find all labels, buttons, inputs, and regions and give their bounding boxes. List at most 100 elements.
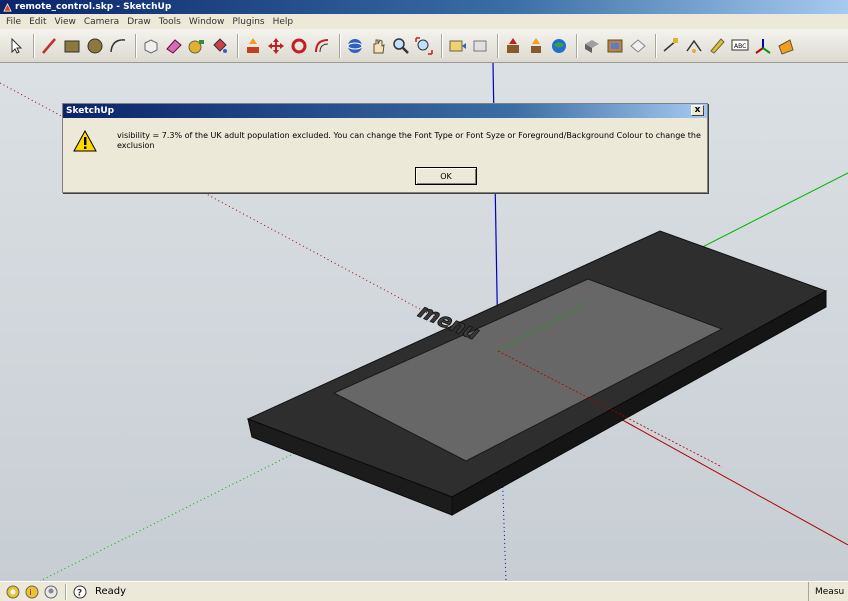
previous-view-icon bbox=[449, 40, 466, 51]
paint-bucket-icon bbox=[213, 37, 227, 53]
arc-tool-button[interactable] bbox=[108, 35, 128, 57]
next-view-tool-button[interactable] bbox=[470, 35, 490, 57]
select-tool-button[interactable] bbox=[6, 35, 26, 57]
circle-icon bbox=[87, 38, 103, 53]
svg-text:ABC: ABC bbox=[734, 43, 746, 50]
section-plane-tool-button[interactable] bbox=[776, 35, 796, 57]
rectangle-tool-button[interactable] bbox=[62, 35, 82, 57]
orbit-tool-button[interactable] bbox=[345, 35, 365, 57]
menu-help[interactable]: Help bbox=[269, 17, 298, 27]
menu-draw[interactable]: Draw bbox=[123, 17, 155, 27]
get-models-tool-button[interactable] bbox=[503, 35, 523, 57]
dimension-tool-button[interactable] bbox=[661, 35, 681, 57]
push-pull-icon bbox=[247, 37, 259, 53]
user-icon[interactable] bbox=[44, 585, 58, 599]
measurements-label: Measu bbox=[815, 586, 845, 597]
orbit-icon bbox=[347, 38, 363, 53]
menu-camera[interactable]: Camera bbox=[80, 17, 123, 27]
components-tool-button[interactable] bbox=[582, 35, 602, 57]
status-text: Ready bbox=[95, 586, 127, 597]
toolbar-separator bbox=[33, 33, 35, 58]
window-title: remote_control.skp - SketchUp bbox=[15, 2, 172, 12]
offset-tool-button[interactable] bbox=[312, 35, 332, 57]
google-earth-tool-button[interactable] bbox=[549, 35, 569, 57]
rotate-icon bbox=[291, 38, 307, 53]
menu-tools[interactable]: Tools bbox=[155, 17, 185, 27]
materials-icon bbox=[607, 39, 623, 52]
text-icon bbox=[710, 37, 725, 54]
styles-tool-button[interactable] bbox=[628, 35, 648, 57]
menu-file[interactable]: File bbox=[2, 17, 25, 27]
move-icon bbox=[268, 37, 284, 54]
toolbar-separator bbox=[339, 33, 341, 58]
dialog-titlebar[interactable]: SketchUp x bbox=[63, 104, 707, 118]
dimension-icon bbox=[663, 37, 678, 52]
warning-icon bbox=[73, 130, 97, 152]
toolbar-separator bbox=[237, 33, 239, 58]
svg-text:i: i bbox=[29, 588, 31, 597]
svg-text:?: ? bbox=[77, 588, 82, 598]
tape-measure-icon bbox=[188, 39, 204, 53]
message-dialog: SketchUp x visibility = 7.3% of the UK a… bbox=[62, 103, 708, 193]
toolbar-separator bbox=[497, 33, 499, 58]
styles-icon bbox=[630, 38, 646, 53]
toolbar-separator bbox=[655, 33, 657, 58]
toolbar-separator bbox=[135, 33, 137, 58]
zoom-tool-button[interactable] bbox=[391, 35, 411, 57]
menu-view[interactable]: View bbox=[51, 17, 80, 27]
toolbar-separator bbox=[441, 33, 443, 58]
eraser-icon bbox=[166, 38, 182, 54]
next-view-icon bbox=[473, 40, 487, 51]
paint-bucket-tool-button[interactable] bbox=[210, 35, 230, 57]
axes-tool-button[interactable] bbox=[753, 35, 773, 57]
make-component-icon bbox=[144, 38, 158, 54]
close-icon: x bbox=[694, 105, 701, 115]
offset-icon bbox=[315, 38, 329, 52]
dialog-message: visibility = 7.3% of the UK adult popula… bbox=[117, 131, 701, 150]
google-earth-icon bbox=[552, 38, 566, 53]
ok-button[interactable]: OK bbox=[415, 167, 477, 185]
3d-text-tool-button[interactable]: ABC bbox=[730, 35, 750, 57]
line-tool-button[interactable] bbox=[39, 35, 59, 57]
get-models-icon bbox=[507, 37, 519, 53]
toolbar-separator bbox=[576, 33, 578, 58]
pan-icon bbox=[373, 38, 385, 53]
dialog-title: SketchUp bbox=[66, 106, 115, 116]
move-tool-button[interactable] bbox=[266, 35, 286, 57]
make-component-tool-button[interactable] bbox=[141, 35, 161, 57]
tape-measure-tool-button[interactable] bbox=[187, 35, 207, 57]
credits-icon[interactable]: i bbox=[25, 585, 39, 599]
status-bar: i ? Ready Measu bbox=[0, 581, 848, 601]
geo-location-icon[interactable] bbox=[6, 585, 20, 599]
protractor-tool-button[interactable] bbox=[684, 35, 704, 57]
3d-text-icon: ABC bbox=[731, 39, 749, 50]
help-icon[interactable]: ? bbox=[73, 585, 87, 599]
zoom-extents-tool-button[interactable] bbox=[414, 35, 434, 57]
share-model-icon bbox=[531, 37, 541, 53]
menu-plugins[interactable]: Plugins bbox=[228, 17, 268, 27]
materials-tool-button[interactable] bbox=[605, 35, 625, 57]
previous-view-tool-button[interactable] bbox=[447, 35, 467, 57]
line-icon bbox=[42, 37, 56, 54]
zoom-extents-icon bbox=[415, 36, 433, 55]
protractor-icon bbox=[686, 39, 702, 53]
circle-tool-button[interactable] bbox=[85, 35, 105, 57]
sketchup-app-icon bbox=[3, 2, 12, 11]
menu-window[interactable]: Window bbox=[185, 17, 229, 27]
text-tool-button[interactable] bbox=[707, 35, 727, 57]
dialog-close-button[interactable]: x bbox=[691, 105, 704, 116]
zoom-icon bbox=[393, 37, 409, 54]
measurements-box[interactable]: Measu bbox=[808, 582, 848, 601]
arc-icon bbox=[110, 38, 126, 52]
eraser-tool-button[interactable] bbox=[164, 35, 184, 57]
axes-icon bbox=[755, 38, 771, 54]
rectangle-icon bbox=[64, 40, 80, 52]
menu-bar: File Edit View Camera Draw Tools Window Plugins… bbox=[0, 14, 848, 29]
push-pull-tool-button[interactable] bbox=[243, 35, 263, 57]
pan-tool-button[interactable] bbox=[368, 35, 388, 57]
share-model-tool-button[interactable] bbox=[526, 35, 546, 57]
window-titlebar[interactable]: remote_control.skp - SketchUp bbox=[0, 0, 848, 14]
select-icon bbox=[11, 37, 23, 54]
menu-edit[interactable]: Edit bbox=[25, 17, 50, 27]
rotate-tool-button[interactable] bbox=[289, 35, 309, 57]
